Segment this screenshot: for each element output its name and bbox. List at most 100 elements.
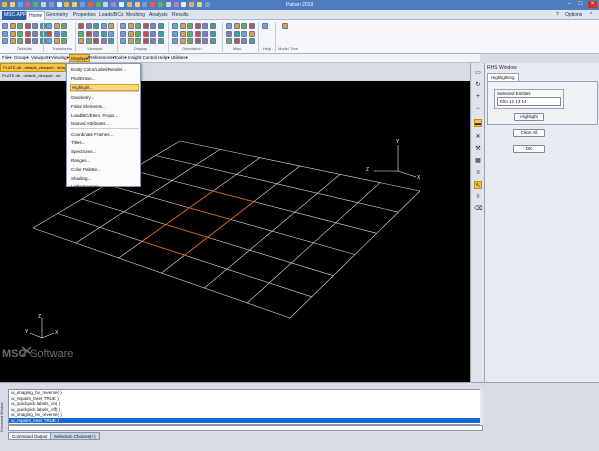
- refresh-icon[interactable]: [41, 2, 46, 7]
- ribbon-tool-icon[interactable]: [46, 38, 52, 45]
- ok-button[interactable]: OK: [513, 145, 545, 153]
- display-menu-item[interactable]: Light Sources...: [70, 183, 139, 190]
- grid-icon[interactable]: [165, 2, 171, 7]
- ribbon-tool-icon[interactable]: [262, 23, 268, 29]
- selected-entities-field[interactable]: Elm 12 13 14: [497, 97, 561, 106]
- tab-analysis[interactable]: Analysis: [147, 11, 170, 20]
- tab-properties[interactable]: Properties: [71, 11, 98, 20]
- ribbon-tool-icon[interactable]: [46, 30, 52, 37]
- display-menu-item[interactable]: Shading...: [70, 175, 139, 182]
- display-menu-item[interactable]: Load/BC/Elem. Props...: [70, 112, 139, 119]
- ribbon-tool-icon[interactable]: [17, 30, 24, 37]
- ribbon-tool-icon[interactable]: [108, 23, 115, 29]
- ribbon-tool-icon[interactable]: [142, 23, 149, 29]
- select-icon[interactable]: ▭: [474, 69, 482, 77]
- ribbon-tool-icon[interactable]: [127, 38, 134, 45]
- ribbon-tool-icon[interactable]: [241, 38, 248, 45]
- ribbon-tool-icon[interactable]: [210, 30, 216, 37]
- shade-icon[interactable]: [142, 2, 148, 7]
- menu-utilities[interactable]: Utilities▾: [171, 55, 188, 61]
- settings-icon[interactable]: [80, 2, 85, 7]
- ribbon-tool-icon[interactable]: [93, 23, 100, 29]
- tab-msc-app[interactable]: MSC.APP: [2, 11, 29, 20]
- ribbon-tool-icon[interactable]: [226, 30, 232, 37]
- tools-icon[interactable]: ✕: [474, 133, 482, 141]
- tab-highlighting[interactable]: Highlighting: [487, 73, 519, 81]
- ribbon-tool-icon[interactable]: [78, 38, 84, 45]
- label-icon[interactable]: [158, 2, 163, 7]
- menu-viewing[interactable]: Viewing▾: [51, 55, 69, 61]
- ribbon-tool-icon[interactable]: [17, 23, 24, 29]
- grid-icon[interactable]: ▦: [474, 157, 482, 165]
- ribbon-tool-icon[interactable]: [120, 30, 126, 37]
- display-icon[interactable]: [95, 2, 101, 7]
- menu-tools[interactable]: Tools▾: [114, 55, 127, 61]
- ribbon-tool-icon[interactable]: [158, 23, 164, 29]
- ribbon-tool-icon[interactable]: [187, 30, 194, 37]
- ribbon-tool-icon[interactable]: [248, 23, 255, 29]
- ribbon-tool-icon[interactable]: [2, 38, 8, 45]
- ribbon-tool-icon[interactable]: [172, 30, 178, 37]
- ribbon-tool-icon[interactable]: [61, 30, 68, 37]
- ribbon-tool-icon[interactable]: [32, 38, 39, 45]
- zoom-icon[interactable]: [56, 2, 62, 7]
- zoom-in-icon[interactable]: +: [474, 93, 482, 101]
- minimize-button[interactable]: –: [565, 1, 574, 8]
- hammer-icon[interactable]: ⚒: [474, 145, 482, 153]
- ribbon-tool-icon[interactable]: [135, 23, 142, 29]
- ribbon-tool-icon[interactable]: [158, 30, 164, 37]
- ribbon-tool-icon[interactable]: [9, 23, 16, 29]
- ribbon-tool-icon[interactable]: [142, 30, 149, 37]
- ribbon-tool-icon[interactable]: [53, 30, 60, 37]
- ribbon-tool-icon[interactable]: [24, 23, 31, 29]
- ribbon-tool-icon[interactable]: [108, 30, 115, 37]
- paint-icon[interactable]: ◊: [474, 193, 482, 201]
- ribbon-tool-icon[interactable]: [282, 23, 288, 29]
- ribbon-tool-icon[interactable]: [78, 23, 84, 29]
- ribbon-tool-icon[interactable]: [100, 30, 107, 37]
- display-menu-item[interactable]: Titles...: [70, 139, 139, 146]
- menu-file[interactable]: File▾: [2, 55, 12, 61]
- ribbon-tool-icon[interactable]: [179, 30, 186, 37]
- print-icon[interactable]: [48, 2, 54, 7]
- group-icon[interactable]: [87, 2, 93, 7]
- display-menu-item[interactable]: Spectrums...: [70, 148, 139, 155]
- pointer-icon[interactable]: ↖: [474, 181, 482, 189]
- tab-command-output[interactable]: Command Output: [8, 432, 52, 440]
- help-icon[interactable]: [189, 2, 195, 7]
- menu-preferences[interactable]: Preferences▾: [88, 55, 115, 61]
- tab-geometry[interactable]: Geometry: [44, 11, 70, 20]
- ribbon-tool-icon[interactable]: [85, 38, 92, 45]
- tab-loads-bcs[interactable]: Loads/BCs: [97, 11, 125, 20]
- ribbon-tool-icon[interactable]: [53, 23, 60, 29]
- display-menu-item[interactable]: Geometry...: [70, 94, 139, 101]
- ribbon-tool-icon[interactable]: [187, 38, 194, 45]
- ribbon-tool-icon[interactable]: [46, 23, 52, 29]
- ribbon-tool-icon[interactable]: [194, 30, 201, 37]
- ribbon-tool-icon[interactable]: [179, 38, 186, 45]
- options-icon[interactable]: [204, 2, 210, 7]
- ribbon-tool-icon[interactable]: [233, 23, 240, 29]
- options-menu[interactable]: Options: [565, 12, 582, 18]
- ribbon-tool-icon[interactable]: [24, 30, 31, 37]
- color-icon[interactable]: [173, 2, 179, 7]
- wire-icon[interactable]: [150, 2, 156, 7]
- ribbon-tool-icon[interactable]: [85, 23, 92, 29]
- ribbon-tool-icon[interactable]: [61, 23, 68, 29]
- undo-icon[interactable]: [25, 2, 31, 7]
- ribbon-tool-icon[interactable]: [61, 38, 68, 45]
- frame-icon[interactable]: [134, 2, 140, 7]
- menu-viewport[interactable]: Viewport▾: [31, 55, 51, 61]
- ribbon-tool-icon[interactable]: [226, 23, 232, 29]
- ribbon-tool-icon[interactable]: [194, 23, 201, 29]
- viewport-icon[interactable]: [103, 2, 109, 7]
- ribbon-tool-icon[interactable]: [233, 30, 240, 37]
- ribbon-tool-icon[interactable]: [150, 38, 157, 45]
- ribbon-tool-icon[interactable]: [142, 38, 149, 45]
- ribbon-tool-icon[interactable]: [93, 38, 100, 45]
- help-icon[interactable]: ?: [556, 12, 559, 18]
- ribbon-tool-icon[interactable]: [202, 23, 209, 29]
- rhs-window-icon[interactable]: ▬: [474, 119, 482, 127]
- ribbon-tool-icon[interactable]: [53, 38, 60, 45]
- tab-results[interactable]: Results: [170, 11, 191, 20]
